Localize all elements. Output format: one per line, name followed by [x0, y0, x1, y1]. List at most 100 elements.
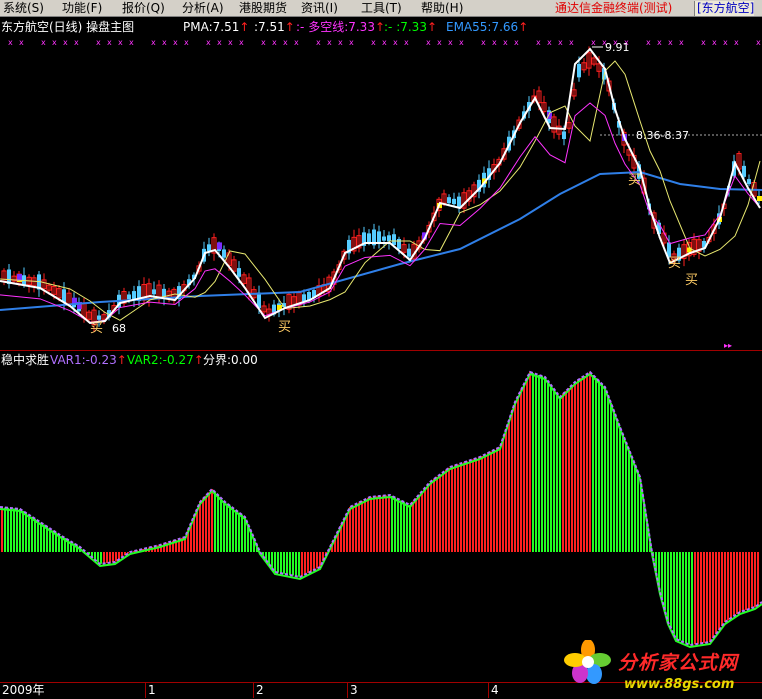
- marker-x: x: [52, 38, 57, 47]
- marker-x: x: [272, 38, 277, 47]
- marker-x: x: [118, 38, 123, 47]
- menu-info[interactable]: 资讯(I): [301, 1, 338, 16]
- indicator-ema55-value: EMA55:7.66: [446, 20, 519, 34]
- candle-body-down: [97, 315, 101, 320]
- candle-body-down: [457, 196, 461, 208]
- marker-x: x: [327, 38, 332, 47]
- sub-panel-title: 稳中求胜: [1, 353, 50, 367]
- marker-x: x: [646, 38, 651, 47]
- candle-body-down: [302, 294, 306, 302]
- marker-x: x: [173, 38, 178, 47]
- indicator-ma4: :- :7.33↑: [384, 20, 437, 34]
- marker-x: x: [349, 38, 354, 47]
- buy-signal-label: 买: [668, 256, 681, 271]
- indicator-duokong: :- 多空线:7.33↑: [296, 20, 385, 34]
- up-arrow-icon: ↑: [239, 20, 250, 34]
- buy-signal-label: 买: [685, 273, 698, 288]
- marker-x: x: [228, 38, 233, 47]
- marker-x: x: [723, 38, 728, 47]
- marker-x: x: [547, 38, 552, 47]
- marker-x: x: [96, 38, 101, 47]
- indicator-ma2-value: :7.51: [254, 20, 285, 34]
- high-price-label: 9.91: [605, 41, 630, 54]
- candle-body-down: [397, 238, 401, 249]
- indicator-var1-value: VAR1:-0.23: [50, 353, 117, 367]
- menu-hk-futures[interactable]: 港股期货: [239, 1, 287, 16]
- marker-x: x: [569, 38, 574, 47]
- indicator-var2: VAR2:-0.27↑: [127, 353, 204, 367]
- marker-x: x: [393, 38, 398, 47]
- marker-x: x: [63, 38, 68, 47]
- marker-x: x: [679, 38, 684, 47]
- menu-system[interactable]: 系统(S): [3, 1, 44, 16]
- watermark-url: www.88gs.com: [624, 677, 735, 692]
- panel-divider: [0, 350, 762, 351]
- marker-x: x: [426, 38, 431, 47]
- time-axis-label-feb: 2: [256, 683, 264, 697]
- candle-body-down: [237, 268, 241, 277]
- watermark-title: 分析家公式网: [618, 652, 739, 674]
- menu-quote[interactable]: 报价(Q): [122, 1, 165, 16]
- buy-signal-label: 买: [628, 173, 641, 188]
- time-axis-label-apr: 4: [491, 683, 499, 697]
- marker-x: x: [19, 38, 24, 47]
- marker-x: x: [404, 38, 409, 47]
- candle-highlight: [757, 196, 762, 201]
- marker-x: x: [481, 38, 486, 47]
- menu-bar: 系统(S) 功能(F) 报价(Q) 分析(A) 港股期货 资讯(I) 工具(T)…: [0, 0, 762, 17]
- marker-x: x: [492, 38, 497, 47]
- time-axis-label-jan: 1: [148, 683, 156, 697]
- marker-x: x: [503, 38, 508, 47]
- marker-x: x: [437, 38, 442, 47]
- up-arrow-icon: ↑: [518, 20, 529, 34]
- indicator-duokong-value: :- 多空线:7.33: [296, 20, 375, 34]
- marker-x: x: [129, 38, 134, 47]
- candle-body-down: [452, 198, 456, 205]
- marker-x: x: [107, 38, 112, 47]
- range-label: 8.36-8.37: [636, 129, 689, 142]
- marker-x: x: [668, 38, 673, 47]
- candle-body-down: [447, 197, 451, 204]
- candle-body-down: [22, 275, 26, 285]
- menu-help[interactable]: 帮助(H): [421, 1, 463, 16]
- main-panel-title: 东方航空(日线) 操盘主图: [1, 20, 135, 34]
- candlestick-chart[interactable]: xxxxxxxxxxxxxxxxxxxxxxxxxxxxxxxxxxxxxxxx…: [0, 34, 762, 350]
- marker-x: x: [536, 38, 541, 47]
- marker-x: x: [151, 38, 156, 47]
- marker-x: x: [162, 38, 167, 47]
- marker-x: x: [41, 38, 46, 47]
- candle-body-down: [382, 236, 386, 241]
- marker-x: x: [382, 38, 387, 47]
- indicator-fenjie: 分界:0.00: [203, 353, 258, 367]
- buy-signal-label: 买: [278, 320, 291, 335]
- marker-x: x: [74, 38, 79, 47]
- candle-body-down: [127, 294, 131, 300]
- marker-x: x: [459, 38, 464, 47]
- marker-x: x: [514, 38, 519, 47]
- marker-x: x: [239, 38, 244, 47]
- low-price-label: 68: [112, 322, 126, 335]
- oscillator-chart[interactable]: [0, 367, 762, 682]
- stock-button[interactable]: [东方航空]: [694, 1, 755, 16]
- marker-x: x: [316, 38, 321, 47]
- marker-x: x: [734, 38, 739, 47]
- indicator-ema55: EMA55:7.66↑: [446, 20, 528, 34]
- marker-x: x: [294, 38, 299, 47]
- time-axis-label-2009: 2009年: [2, 683, 45, 697]
- marker-x: x: [8, 38, 13, 47]
- marker-x: x: [184, 38, 189, 47]
- marker-x: x: [448, 38, 453, 47]
- candle-body-down: [132, 291, 136, 300]
- candle-body-down: [747, 179, 751, 185]
- watermark: 分析家公式网 www.88gs.com: [558, 639, 762, 696]
- marker-x: x: [338, 38, 343, 47]
- menu-function[interactable]: 功能(F): [62, 1, 102, 16]
- marker-x: x: [756, 38, 761, 47]
- candle-body-down: [407, 248, 411, 257]
- indicator-ma4-value: :- :7.33: [384, 20, 427, 34]
- marker-x: x: [591, 38, 596, 47]
- menu-tools[interactable]: 工具(T): [361, 1, 402, 16]
- scroll-arrows-icon: ▸▸: [724, 341, 732, 350]
- marker-x: x: [657, 38, 662, 47]
- menu-analysis[interactable]: 分析(A): [182, 1, 224, 16]
